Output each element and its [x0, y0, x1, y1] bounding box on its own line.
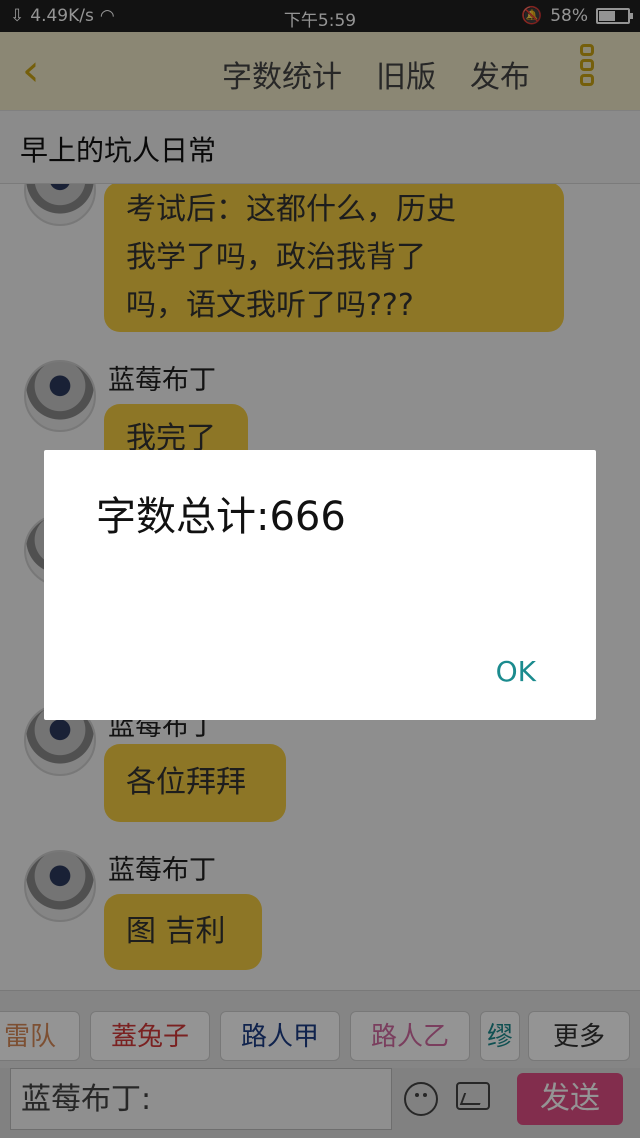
- dialog-message: 字数总计:666: [96, 494, 346, 540]
- word-count-dialog: 字数总计:666 OK: [44, 450, 596, 720]
- ok-button[interactable]: OK: [496, 655, 536, 688]
